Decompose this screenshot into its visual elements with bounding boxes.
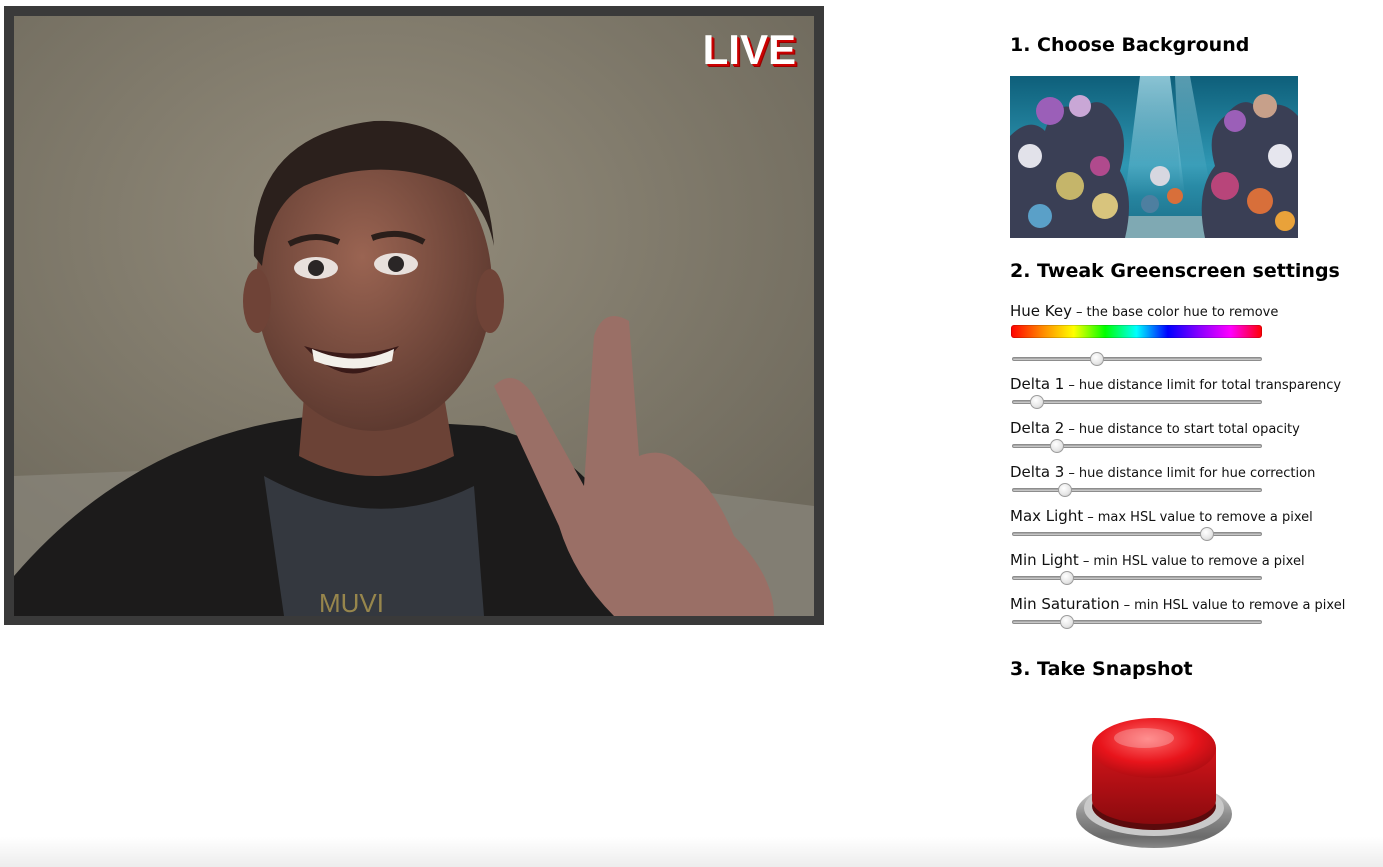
- live-label: LIVE: [702, 26, 796, 73]
- slider-track: [1012, 488, 1262, 492]
- slider-thumb[interactable]: [1200, 527, 1214, 541]
- webcam-video: MUVI LIVE: [14, 16, 814, 616]
- setting-description: min HSL value to remove a pixel: [1134, 598, 1346, 613]
- step-3-title: 3. Take Snapshot: [1010, 658, 1193, 680]
- slider-thumb[interactable]: [1050, 439, 1064, 453]
- step-1-title: 1. Choose Background: [1010, 34, 1250, 56]
- setting-delta-1: Delta 1– hue distance limit for total tra…: [1010, 375, 1383, 409]
- separator: –: [1068, 422, 1075, 437]
- control-panel: 1. Choose Background 2. Tweak Greenscree…: [1010, 34, 1380, 848]
- slider-thumb[interactable]: [1030, 395, 1044, 409]
- setting-name: Delta 1: [1010, 375, 1065, 393]
- setting-min-saturation: Min Saturation – min HSL value to remove a…: [1010, 595, 1383, 629]
- webcam-person-image: MUVI: [14, 16, 814, 616]
- setting-description: hue distance limit for hue correction: [1078, 466, 1316, 481]
- setting-name: Delta 3: [1010, 463, 1065, 481]
- bottom-fade: [0, 837, 1383, 867]
- min-saturation-slider[interactable]: [1012, 615, 1262, 629]
- background-thumbnail[interactable]: [1010, 76, 1298, 238]
- separator: –: [1075, 305, 1083, 320]
- setting-max-light: Max Light – max HSL value to remove a pixe…: [1010, 507, 1383, 541]
- setting-description: min HSL value to remove a pixel: [1093, 554, 1305, 569]
- setting-description: hue distance limit for total transparenc…: [1078, 378, 1342, 393]
- coral-reef-image: [1010, 76, 1298, 238]
- red-push-button-icon: [1076, 718, 1232, 848]
- setting-description: max HSL value to remove a pixel: [1097, 510, 1313, 525]
- separator: –: [1068, 466, 1075, 481]
- separator: –: [1082, 554, 1090, 569]
- setting-name: Delta 2: [1010, 419, 1065, 437]
- setting-delta-2: Delta 2– hue distance to start total opac…: [1010, 419, 1383, 453]
- slider-thumb[interactable]: [1090, 352, 1104, 366]
- snapshot-button[interactable]: [1074, 708, 1234, 853]
- delta-2-slider[interactable]: [1012, 439, 1262, 453]
- slider-track: [1012, 620, 1262, 624]
- slider-thumb[interactable]: [1060, 571, 1074, 585]
- slider-thumb[interactable]: [1060, 615, 1074, 629]
- setting-name: Min Saturation: [1010, 595, 1120, 613]
- greenscreen-settings: 2. Tweak Greenscreen settings Hue Key – th…: [1010, 260, 1383, 629]
- setting-delta-3: Delta 3– hue distance limit for hue corre…: [1010, 463, 1383, 497]
- max-light-slider[interactable]: [1012, 527, 1262, 541]
- snapshot-section: 3. Take Snapshot: [1010, 658, 1193, 680]
- min-light-slider[interactable]: [1012, 571, 1262, 585]
- setting-min-light: Min Light – min HSL value to remove a pixe…: [1010, 551, 1383, 585]
- setting-description: the base color hue to remove: [1086, 305, 1279, 320]
- separator: –: [1123, 598, 1131, 613]
- hue-key-slider[interactable]: [1012, 352, 1262, 366]
- slider-track: [1012, 357, 1262, 361]
- slider-track: [1012, 576, 1262, 580]
- slider-track: [1012, 400, 1262, 404]
- setting-name: Max Light: [1010, 507, 1084, 525]
- svg-text:MUVI: MUVI: [319, 588, 384, 616]
- separator: –: [1068, 378, 1075, 393]
- delta-3-slider[interactable]: [1012, 483, 1262, 497]
- separator: –: [1087, 510, 1094, 525]
- slider-track: [1012, 532, 1262, 536]
- delta-1-slider[interactable]: [1012, 395, 1262, 409]
- hue-spectrum-bar: [1011, 325, 1262, 338]
- setting-name: Hue Key: [1010, 302, 1072, 320]
- video-frame: MUVI LIVE: [4, 6, 824, 625]
- setting-name: Min Light: [1010, 551, 1079, 569]
- slider-thumb[interactable]: [1057, 483, 1072, 497]
- setting-hue-key: Hue Key – the base color hue to remove: [1010, 302, 1383, 366]
- step-2-title: 2. Tweak Greenscreen settings: [1010, 260, 1340, 282]
- setting-description: hue distance to start total opacity: [1078, 422, 1300, 437]
